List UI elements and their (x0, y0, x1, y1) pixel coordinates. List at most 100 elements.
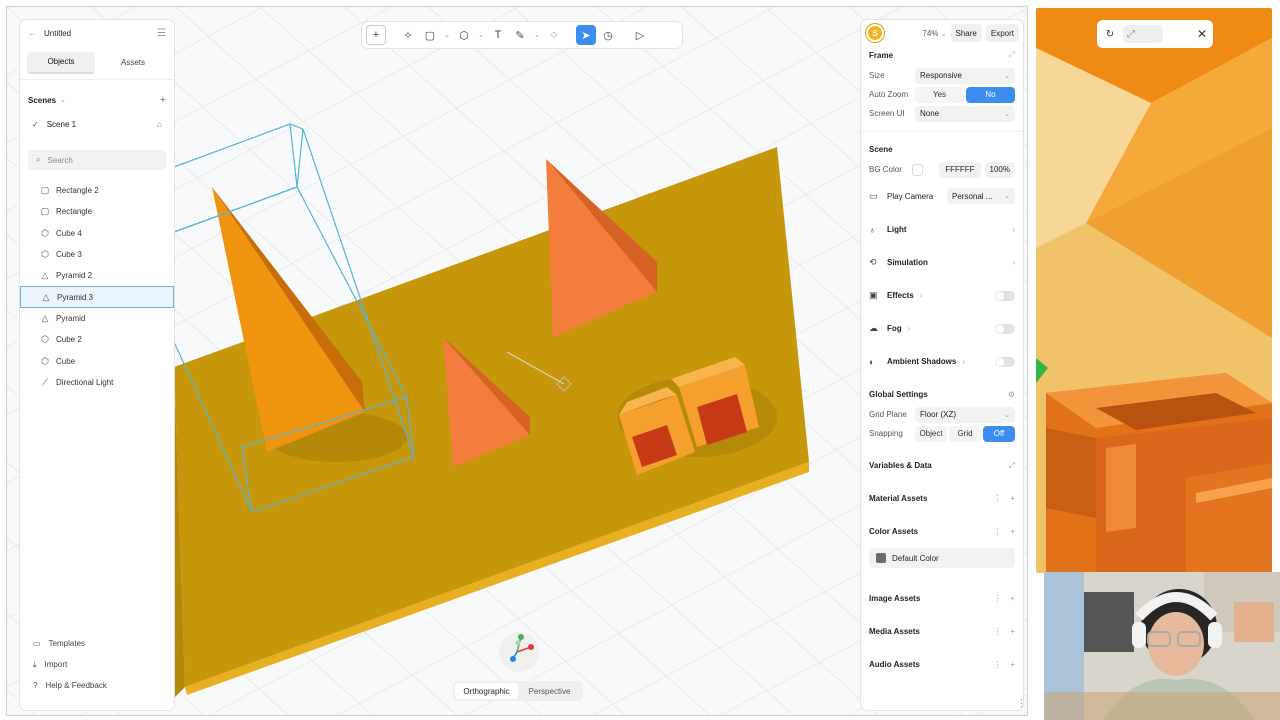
axis-gizmo[interactable] (499, 632, 539, 672)
project-title[interactable]: Untitled (44, 29, 71, 38)
more-icon[interactable]: ⋮ (1017, 698, 1026, 709)
add-scene-icon[interactable]: + (160, 94, 166, 106)
list-item[interactable]: ⬡ Cube 4 (20, 223, 174, 244)
help-link[interactable]: ? Help & Feedback (20, 675, 174, 696)
add-icon[interactable]: + (1010, 527, 1015, 536)
share-button[interactable]: Share (950, 24, 982, 42)
list-item[interactable]: △ Pyramid 2 (20, 265, 174, 286)
snap-off[interactable]: Off (983, 425, 1015, 442)
add-icon[interactable]: + (1010, 627, 1015, 636)
scenes-header[interactable]: Scenes ⌄ + (20, 88, 174, 112)
list-item[interactable]: ⬡ Cube 2 (20, 329, 174, 350)
simulation-row[interactable]: ⟲ Simulation › (861, 246, 1023, 279)
add-icon[interactable]: + (1010, 594, 1015, 603)
list-item[interactable]: △ Pyramid (20, 308, 174, 329)
list-item[interactable]: ⟋ Directional Light (20, 372, 174, 393)
ambient-shadows-toggle[interactable] (995, 356, 1015, 367)
grid-plane-select[interactable]: Floor (XZ) ⌄ (915, 406, 1015, 423)
export-button[interactable]: Export (985, 24, 1019, 42)
zoom-level[interactable]: 74% ⌄ (922, 29, 946, 38)
restart-icon[interactable]: ↻ (1103, 29, 1117, 40)
expand-icon[interactable]: ⤢ (1009, 461, 1015, 471)
check-icon: ✓ (32, 119, 39, 129)
snap-object[interactable]: Object (915, 425, 947, 442)
templates-icon: ▭ (33, 639, 41, 648)
snapping-toggle: Object Grid Off (915, 425, 1015, 442)
menu-icon[interactable]: ☰ (157, 28, 166, 39)
effects-label[interactable]: Effects (887, 291, 914, 300)
chevron-down-icon[interactable]: ⌄ (476, 25, 486, 45)
sliders-icon[interactable]: ⚙ (1008, 390, 1015, 399)
more-icon[interactable]: ⋮ (993, 660, 1001, 669)
material-assets-row: Material Assets ⋮ + (861, 482, 1023, 515)
fog-label[interactable]: Fog (887, 324, 902, 333)
pyramid-icon: △ (42, 291, 50, 302)
chevron-down-icon[interactable]: ⌄ (532, 25, 542, 45)
rectangle-tool-icon[interactable]: ▢ (420, 25, 440, 45)
fog-row: ☁ Fog › (861, 312, 1023, 345)
chevron-down-icon: ⌄ (60, 97, 66, 104)
text-tool-icon[interactable]: T (488, 25, 508, 45)
magic-icon[interactable]: ✧ (398, 25, 418, 45)
add-icon[interactable]: + (1010, 494, 1015, 503)
tab-objects[interactable]: Objects (27, 51, 95, 74)
perspective-button[interactable]: Perspective (518, 683, 581, 699)
select-tool-icon[interactable]: ➤ (576, 25, 596, 45)
close-icon[interactable]: ✕ (1197, 27, 1207, 41)
autozoom-yes[interactable]: Yes (915, 86, 964, 103)
more-icon[interactable]: ⋮ (993, 494, 1001, 503)
play-icon[interactable]: ▷ (630, 25, 650, 45)
more-icon[interactable]: ⋮ (993, 527, 1001, 536)
cube-tool-icon[interactable]: ⬡ (454, 25, 474, 45)
bg-color-swatch[interactable] (912, 163, 924, 176)
list-item[interactable]: ⬡ Cube 3 (20, 244, 174, 265)
cube-icon: ⬡ (41, 334, 49, 345)
orthographic-button[interactable]: Orthographic (455, 683, 518, 699)
home-icon[interactable]: ⌂ (157, 120, 162, 129)
add-icon[interactable]: + (1010, 660, 1015, 669)
search-input[interactable]: ⌕ Search (28, 150, 166, 170)
screenui-select[interactable]: None ⌄ (915, 105, 1015, 122)
autozoom-no[interactable]: No (966, 86, 1015, 103)
scene-item[interactable]: ✓ Scene 1 ⌂ (20, 112, 174, 136)
size-select[interactable]: Responsive ⌄ (915, 67, 1015, 84)
templates-link[interactable]: ▭ Templates (20, 633, 174, 654)
list-item-selected[interactable]: △ Pyramid 3 (20, 286, 174, 308)
bg-opacity[interactable]: 100% (984, 161, 1015, 178)
bg-color-hex[interactable]: FFFFFF (939, 161, 981, 178)
variables-row[interactable]: Variables & Data ⤢ (861, 449, 1023, 482)
object-label: Cube (56, 356, 76, 366)
snap-grid[interactable]: Grid (949, 425, 981, 442)
tab-assets[interactable]: Assets (99, 52, 167, 74)
fullscreen-toggle[interactable]: ⤢ (1123, 25, 1163, 43)
play-camera-select[interactable]: Personal ... ⌄ (947, 188, 1015, 204)
screenui-row: Screen UI None ⌄ (861, 104, 1023, 123)
effects-toggle[interactable] (995, 290, 1015, 301)
search-placeholder: Search (47, 155, 73, 165)
ambient-shadows-label[interactable]: Ambient Shadows (887, 357, 956, 366)
pen-tool-icon[interactable]: ✎ (510, 25, 530, 45)
object-label: Cube 4 (56, 228, 82, 238)
comment-icon[interactable]: ◌ (544, 25, 564, 45)
snapping-row: Snapping Object Grid Off (861, 424, 1023, 443)
more-icon[interactable]: ⋮ (993, 594, 1001, 603)
chevron-down-icon[interactable]: ⌄ (442, 25, 452, 45)
play-preview[interactable]: ↻ ⤢ ✕ (1036, 8, 1272, 573)
fog-toggle[interactable] (995, 323, 1015, 334)
list-item[interactable]: ▢ Rectangle (20, 201, 174, 222)
preview-toolbar: ↻ ⤢ ✕ (1097, 20, 1213, 48)
add-icon[interactable]: + (366, 25, 386, 45)
expand-icon[interactable]: ⤢ (1009, 50, 1015, 60)
default-color-chip[interactable]: Default Color (869, 548, 1015, 568)
list-item[interactable]: ⬡ Cube (20, 350, 174, 371)
import-link[interactable]: ⤓ Import (20, 654, 174, 675)
ambient-shadow-icon: ◐ (869, 356, 875, 367)
avatar[interactable]: S (866, 24, 884, 42)
list-item[interactable]: ▢ Rectangle 2 (20, 180, 174, 201)
image-assets-label: Image Assets (869, 594, 921, 603)
timer-icon[interactable]: ◷ (598, 25, 618, 45)
light-row[interactable]: ♁ Light › (861, 213, 1023, 246)
back-arrow-icon[interactable]: ← (28, 29, 36, 38)
panel-tabs: Objects Assets (20, 46, 174, 80)
more-icon[interactable]: ⋮ (993, 627, 1001, 636)
